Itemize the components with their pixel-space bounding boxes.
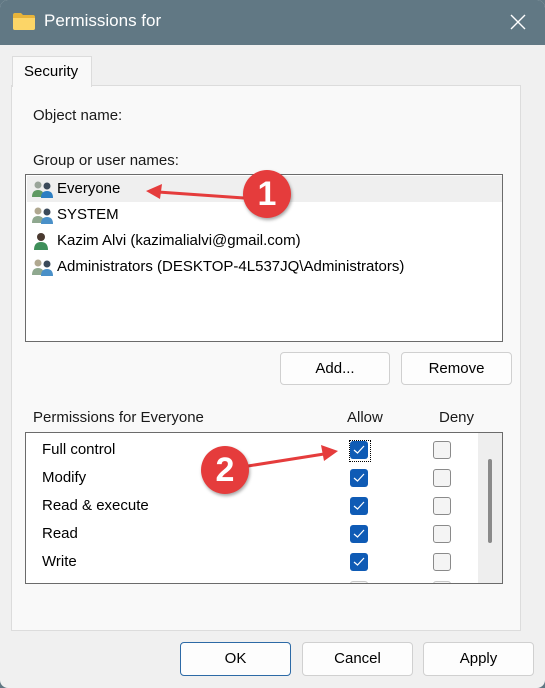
deny-checkbox-write[interactable] bbox=[433, 553, 451, 571]
callout-2: 2 bbox=[201, 446, 249, 494]
check-icon bbox=[353, 529, 365, 538]
allow-checkbox-write[interactable] bbox=[350, 553, 368, 571]
check-icon bbox=[353, 501, 365, 510]
allow-checkbox-read[interactable] bbox=[350, 525, 368, 543]
list-item-label: Everyone bbox=[57, 180, 121, 197]
title-bar: Permissions for bbox=[0, 0, 545, 45]
list-item-kazim-alvi[interactable]: Kazim Alvi (kazimalialvi@gmail.com) bbox=[27, 228, 502, 254]
permission-row-write: Write bbox=[26, 549, 478, 577]
permission-name: Read bbox=[42, 525, 78, 542]
callout-1: 1 bbox=[243, 170, 291, 218]
deny-column-header: Deny bbox=[439, 409, 475, 426]
window-title: Permissions for bbox=[44, 11, 162, 30]
user-icon bbox=[34, 233, 48, 250]
close-button[interactable] bbox=[500, 6, 536, 38]
permission-row-modify: Modify bbox=[26, 465, 478, 493]
group-users-icon bbox=[32, 259, 53, 276]
dialog-body: Security Object name: Group or user name… bbox=[3, 45, 542, 685]
check-icon bbox=[353, 473, 365, 482]
list-item-label: Kazim Alvi (kazimalialvi@gmail.com) bbox=[57, 232, 301, 249]
permission-name: Modify bbox=[42, 469, 87, 486]
object-name-label: Object name: bbox=[33, 107, 123, 124]
permission-row-full-control: Full control bbox=[26, 437, 478, 465]
list-item-administrators[interactable]: Administrators (DESKTOP-4L537JQ\Administ… bbox=[27, 254, 502, 280]
cancel-button[interactable]: Cancel bbox=[302, 642, 413, 676]
folder-icon bbox=[13, 13, 35, 30]
permissions-list: Full control Modify Read & execute Read … bbox=[25, 432, 503, 584]
deny-checkbox-read[interactable] bbox=[433, 525, 451, 543]
allow-checkbox-partial[interactable] bbox=[350, 581, 368, 583]
add-button[interactable]: Add... bbox=[280, 352, 390, 385]
deny-checkbox-modify[interactable] bbox=[433, 469, 451, 487]
close-icon bbox=[510, 14, 526, 30]
group-list-label: Group or user names: bbox=[33, 152, 179, 169]
allow-column-header: Allow bbox=[347, 409, 383, 426]
list-item-label: SYSTEM bbox=[57, 206, 119, 223]
permission-name: Read & execute bbox=[42, 497, 149, 514]
check-icon bbox=[353, 445, 365, 454]
remove-button[interactable]: Remove bbox=[401, 352, 512, 385]
tab-security[interactable]: Security bbox=[12, 56, 92, 87]
permissions-scrollbar[interactable] bbox=[478, 433, 502, 583]
scrollbar-thumb[interactable] bbox=[488, 459, 492, 543]
permission-row-read: Read bbox=[26, 521, 478, 549]
permission-row-partial bbox=[26, 577, 478, 583]
permissions-label: Permissions for Everyone bbox=[33, 409, 204, 426]
deny-checkbox-read-execute[interactable] bbox=[433, 497, 451, 515]
ok-button[interactable]: OK bbox=[180, 642, 291, 676]
list-item-label: Administrators (DESKTOP-4L537JQ\Administ… bbox=[57, 258, 405, 275]
group-users-icon bbox=[32, 181, 53, 198]
permissions-dialog: Permissions for Security Object name: Gr… bbox=[0, 0, 545, 688]
permission-name: Write bbox=[42, 553, 77, 570]
check-icon bbox=[353, 557, 365, 566]
allow-checkbox-modify[interactable] bbox=[350, 469, 368, 487]
group-users-icon bbox=[32, 207, 53, 224]
allow-checkbox-full-control[interactable] bbox=[350, 441, 368, 459]
permission-row-read-execute: Read & execute bbox=[26, 493, 478, 521]
deny-checkbox-full-control[interactable] bbox=[433, 441, 451, 459]
deny-checkbox-partial[interactable] bbox=[433, 581, 451, 583]
apply-button[interactable]: Apply bbox=[423, 642, 534, 676]
tab-security-label: Security bbox=[24, 63, 79, 80]
allow-checkbox-read-execute[interactable] bbox=[350, 497, 368, 515]
permission-name: Full control bbox=[42, 441, 116, 458]
